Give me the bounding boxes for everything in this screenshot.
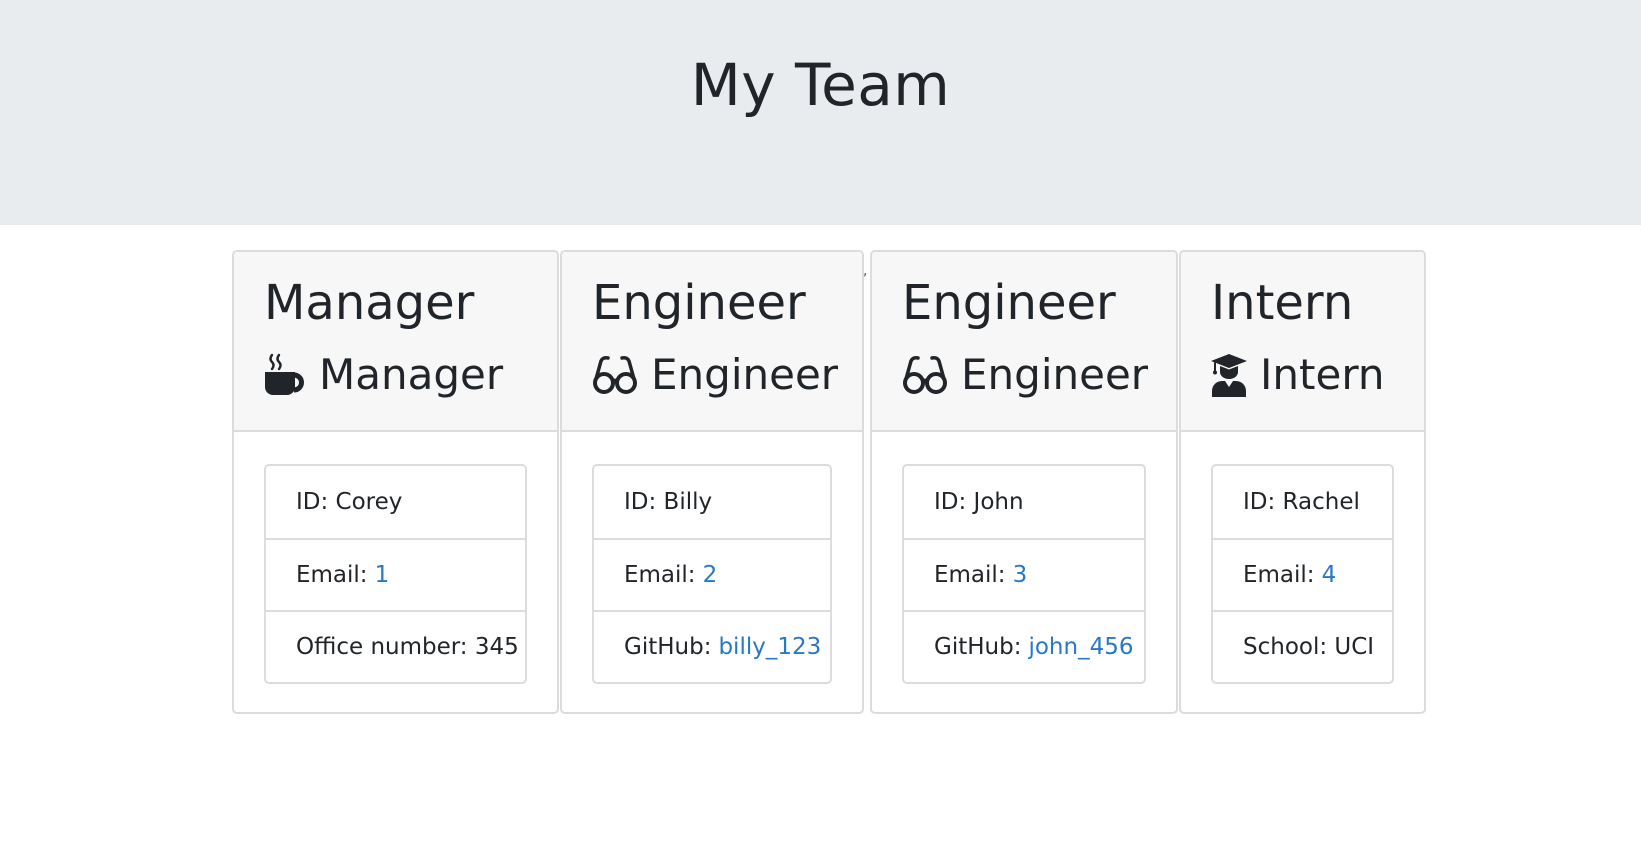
coffee-icon (263, 353, 307, 397)
employee-card-intern: Intern Intern ID: Rachel Email: 4 School… (1179, 250, 1426, 714)
card-title: Engineer (902, 275, 1116, 331)
card-header: Manager Manager (234, 252, 557, 432)
card-title: Engineer (592, 275, 806, 331)
info-list: ID: Corey Email: 1 Office number: 345 (264, 464, 527, 684)
school-text: School: UCI (1243, 634, 1375, 660)
list-item-id: ID: Billy (594, 466, 830, 538)
github-label: GitHub: (624, 634, 712, 660)
id-text: ID: Corey (296, 489, 403, 515)
email-link[interactable]: 4 (1322, 562, 1337, 588)
id-text: ID: Billy (624, 489, 713, 515)
github-link[interactable]: billy_123 (718, 634, 821, 660)
employee-card-engineer-john: Engineer Engineer ID: John Email: 3 GitH… (870, 250, 1178, 714)
github-link[interactable]: john_456 (1028, 634, 1133, 660)
card-header: Intern Intern (1181, 252, 1424, 432)
list-item-id: ID: Corey (266, 466, 525, 538)
card-role-label: Manager (319, 350, 504, 399)
info-list: ID: Rachel Email: 4 School: UCI (1211, 464, 1394, 684)
card-role: Engineer (901, 347, 1148, 403)
employee-card-manager: Manager Manager ID: Corey Email: 1 Offic… (232, 250, 559, 714)
email-link[interactable]: 1 (375, 562, 390, 588)
list-item-email: Email: 3 (904, 538, 1144, 610)
list-item-email: Email: 4 (1213, 538, 1392, 610)
page-header: My Team (0, 0, 1641, 225)
email-link[interactable]: 2 (703, 562, 718, 588)
id-text: ID: John (934, 489, 1024, 515)
id-text: ID: Rachel (1243, 489, 1360, 515)
glasses-icon (591, 355, 639, 395)
card-title: Intern (1211, 275, 1354, 331)
card-header: Engineer Engineer (562, 252, 862, 432)
email-label: Email: (934, 562, 1006, 588)
email-link[interactable]: 3 (1013, 562, 1028, 588)
email-label: Email: (1243, 562, 1315, 588)
github-label: GitHub: (934, 634, 1022, 660)
list-item-office: Office number: 345 (266, 610, 525, 682)
list-item-github: GitHub: billy_123 (594, 610, 830, 682)
list-item-github: GitHub: john_456 (904, 610, 1144, 682)
page-title: My Team (690, 51, 951, 119)
list-item-school: School: UCI (1213, 610, 1392, 682)
glasses-icon (901, 355, 949, 395)
list-item-email: Email: 1 (266, 538, 525, 610)
card-role-label: Engineer (961, 350, 1149, 399)
info-list: ID: John Email: 3 GitHub: john_456 (902, 464, 1146, 684)
card-role-label: Engineer (651, 350, 839, 399)
graduate-icon (1210, 353, 1248, 397)
list-item-id: ID: John (904, 466, 1144, 538)
card-title: Manager (264, 275, 475, 331)
list-item-email: Email: 2 (594, 538, 830, 610)
card-role: Intern (1210, 347, 1384, 403)
list-item-id: ID: Rachel (1213, 466, 1392, 538)
card-role: Engineer (591, 347, 838, 403)
card-role-label: Intern (1260, 350, 1385, 399)
email-label: Email: (296, 562, 368, 588)
card-header: Engineer Engineer (872, 252, 1176, 432)
info-list: ID: Billy Email: 2 GitHub: billy_123 (592, 464, 832, 684)
card-role: Manager (263, 347, 503, 403)
employee-card-engineer-billy: Engineer Engineer ID: Billy Email: 2 Git… (560, 250, 864, 714)
email-label: Email: (624, 562, 696, 588)
office-number-text: Office number: 345 (296, 634, 519, 660)
